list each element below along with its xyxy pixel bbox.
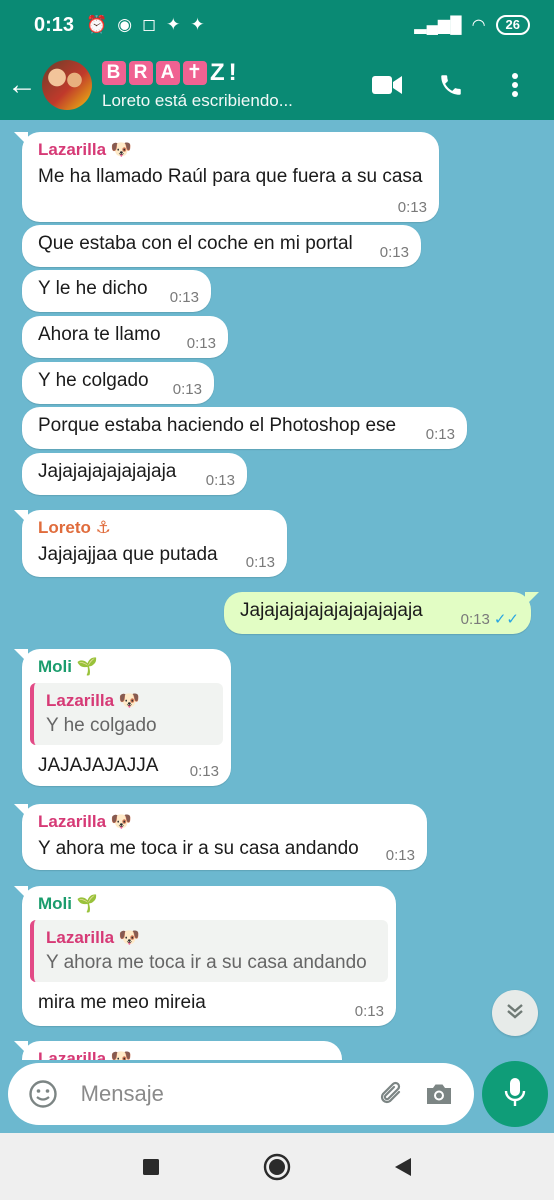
message-text: Me ha llamado Raúl para que fuera a su c… — [38, 166, 423, 187]
group-avatar[interactable] — [42, 60, 92, 110]
message-text: Y ahora me toca ir a su casa andando — [38, 838, 359, 859]
message-bubble[interactable]: Porque estaba haciendo el Photoshop ese … — [22, 407, 467, 449]
message-text: Porque estaba haciendo el Photoshop ese — [38, 415, 397, 436]
message-bubble[interactable]: Moli 🌱 Lazarilla 🐶 Y he colgado JAJAJAJA… — [14, 649, 231, 786]
message-sender: Lazarilla 🐶 — [38, 1049, 132, 1060]
chevron-down-icon — [504, 1000, 526, 1027]
message-time: 0:13 — [245, 554, 275, 571]
attach-icon[interactable] — [373, 1074, 412, 1114]
more-options-icon[interactable] — [498, 68, 532, 102]
status-bar: 0:13 ⏰ ◉ ◻ ✦ ✦ ▂▄▆█ ◠ 26 — [0, 0, 554, 50]
message-time: 0:13 — [172, 381, 202, 398]
battery-indicator: 26 — [495, 15, 530, 35]
quoted-sender: Lazarilla 🐶 — [46, 928, 140, 947]
message-time: 0:13 — [354, 1003, 384, 1020]
twitter-icon: ✦ — [166, 15, 181, 34]
message-text: Jajajajajajajajaja — [38, 461, 177, 482]
alarm-icon: ⏰ — [86, 15, 108, 34]
camera-icon[interactable] — [419, 1074, 458, 1114]
message-time: 0:13 — [186, 335, 216, 352]
title-letter: Z — [210, 59, 226, 86]
message-time: 0:13 — [189, 763, 219, 780]
message-text: Jajajajjaa que putada — [38, 544, 218, 565]
message-list[interactable]: Lazarilla 🐶 Me ha llamado Raúl para que … — [0, 120, 554, 1060]
nav-square-icon[interactable] — [134, 1150, 168, 1184]
scroll-to-bottom-button[interactable] — [492, 990, 538, 1036]
message-time: 0:13 — [425, 426, 455, 443]
message-time: 0:13 — [379, 244, 409, 261]
title-letter: R — [129, 61, 153, 85]
message-time: 0:13 ✓✓ — [460, 611, 519, 628]
twitter-icon: ✦ — [190, 15, 205, 34]
message-time: 0:13 — [385, 847, 415, 864]
quoted-sender: Lazarilla 🐶 — [46, 691, 140, 710]
message-bubble[interactable]: Lazarilla 🐶 Y ahora me toca ir a su casa… — [14, 804, 427, 870]
message-sender: Moli 🌱 — [38, 894, 98, 913]
message-text: Que estaba con el coche en mi portal — [38, 233, 353, 254]
chat-header: ← B R A ✝ Z ! Loreto está escribiendo... — [0, 50, 554, 120]
mic-button[interactable] — [482, 1061, 548, 1127]
outgoing-message-bubble[interactable]: Jajajajajajajajajajajaja 0:13 ✓✓ — [224, 592, 539, 634]
message-bubble[interactable]: Jajajajajajajajaja 0:13 — [22, 453, 247, 495]
quoted-text: Y he colgado — [46, 715, 157, 736]
status-icons: ⏰ ◉ ◻ ✦ ✦ — [86, 15, 205, 35]
title-letter: ✝ — [183, 61, 207, 85]
quoted-text: Y ahora me toca ir a su casa andando — [46, 952, 367, 973]
message-composer — [8, 1063, 474, 1125]
signal-icon: ▂▄▆█ — [414, 17, 462, 34]
nav-circle-icon[interactable] — [260, 1150, 294, 1184]
message-sender: Lazarilla 🐶 — [38, 812, 132, 831]
status-time: 0:13 — [34, 13, 75, 36]
emoji-icon[interactable] — [24, 1074, 63, 1114]
message-text: mira me meo mireia — [38, 992, 206, 1013]
message-time: 0:13 — [205, 472, 235, 489]
back-arrow-icon[interactable]: ← — [2, 68, 42, 102]
chat-title: B R A ✝ Z ! — [102, 59, 370, 87]
video-call-icon[interactable] — [370, 68, 404, 102]
message-sender: Moli 🌱 — [38, 657, 98, 676]
message-bubble[interactable]: Y he colgado 0:13 — [22, 362, 214, 404]
message-bubble[interactable]: Que estaba con el coche en mi portal 0:1… — [22, 225, 421, 267]
message-bubble[interactable]: Moli 🌱 Lazarilla 🐶 Y ahora me toca ir a … — [14, 886, 396, 1026]
message-sender: Loreto ⚓ — [38, 518, 111, 537]
message-bubble[interactable]: Lazarilla 🐶 Me ha llamado Raúl para que … — [14, 132, 439, 222]
message-bubble[interactable]: Ahora te llamo 0:13 — [22, 316, 228, 358]
typing-status: Loreto está escribiendo... — [102, 91, 293, 110]
system-nav-bar — [0, 1133, 554, 1200]
message-time: 0:13 — [397, 199, 427, 216]
message-sender: Lazarilla 🐶 — [38, 140, 132, 159]
title-letter: B — [102, 61, 126, 85]
message-time: 0:13 — [169, 289, 199, 306]
quoted-message[interactable]: Lazarilla 🐶 Y ahora me toca ir a su casa… — [30, 920, 388, 982]
mic-icon — [502, 1076, 528, 1113]
message-bubble-partial[interactable]: Lazarilla 🐶 — [14, 1041, 342, 1060]
chat-title-area[interactable]: B R A ✝ Z ! Loreto está escribiendo... — [102, 59, 370, 111]
message-bubble[interactable]: Loreto ⚓ Jajajajjaa que putada 0:13 — [14, 510, 287, 577]
nav-back-icon[interactable] — [386, 1150, 420, 1184]
wifi-icon: ◠ — [471, 17, 486, 34]
message-text: JAJAJAJAJJA — [38, 755, 159, 776]
quoted-message[interactable]: Lazarilla 🐶 Y he colgado — [30, 683, 223, 745]
messenger-icon: ◉ — [117, 15, 133, 34]
message-bubble[interactable]: Y le he dicho 0:13 — [22, 270, 211, 312]
title-letter: A — [156, 61, 180, 85]
read-ticks-icon: ✓✓ — [493, 611, 519, 628]
title-letter: ! — [228, 59, 238, 86]
message-input[interactable] — [80, 1081, 369, 1107]
phone-icon[interactable] — [434, 68, 468, 102]
instagram-icon: ◻ — [142, 15, 157, 34]
